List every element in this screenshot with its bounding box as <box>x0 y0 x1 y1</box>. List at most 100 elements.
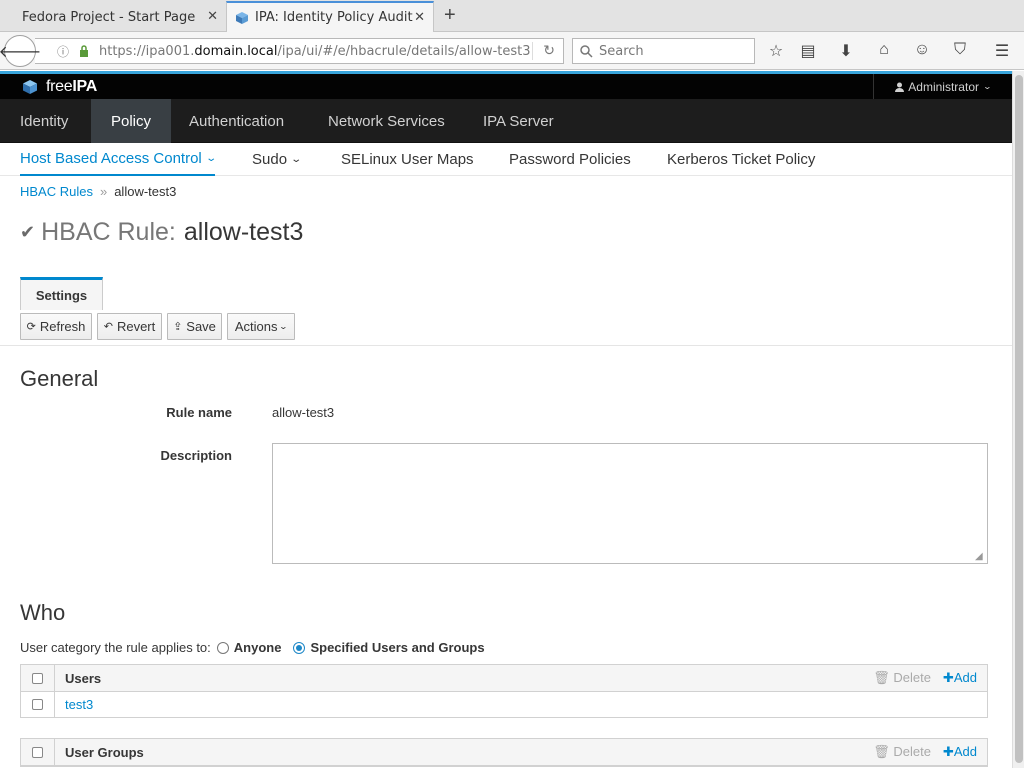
search-input[interactable]: Search <box>572 38 755 64</box>
browser-tab-fedora[interactable]: Fedora Project - Start Page ✕ <box>8 2 226 32</box>
refresh-button[interactable]: ⟳ Refresh <box>20 313 92 340</box>
nav-identity[interactable]: Identity <box>0 99 88 143</box>
select-all-cell <box>21 665 55 691</box>
url-divider <box>532 42 533 60</box>
delete-users-button[interactable]: 🗑 Delete <box>873 670 931 686</box>
tab-title: IPA: Identity Policy Audit <box>255 10 413 25</box>
description-label: Description <box>160 448 232 463</box>
nav-authentication[interactable]: Authentication <box>169 99 304 143</box>
downloads-icon[interactable]: ⬇ <box>836 41 856 61</box>
add-users-button[interactable]: ✚Add <box>943 670 977 686</box>
subnav-label: Sudo <box>252 151 288 168</box>
brand-logo[interactable]: free IPA <box>22 78 97 96</box>
bookmark-star-icon[interactable]: ☆ <box>766 41 786 61</box>
url-prefix: https://ipa001. <box>99 43 195 59</box>
user-groups-table: User Groups 🗑 Delete ✚Add <box>20 738 988 767</box>
subnav-selinux[interactable]: SELinux User Maps <box>341 143 474 176</box>
page-scrollbar[interactable] <box>1012 71 1024 768</box>
freeipa-page: free IPA Administrator ⌄ Identity Policy … <box>0 71 1012 768</box>
radio-specified-label[interactable]: Specified Users and Groups <box>310 640 484 655</box>
breadcrumb-hbac-rules[interactable]: HBAC Rules <box>20 184 93 199</box>
section-who-heading: Who <box>20 600 66 625</box>
close-tab-icon[interactable]: ✕ <box>207 9 218 24</box>
tab-title: Fedora Project - Start Page <box>22 9 196 25</box>
chevron-down-icon: ⌄ <box>205 153 217 164</box>
add-label: Add <box>953 744 977 759</box>
section-general-heading: General <box>20 366 99 391</box>
undo-icon: ↶ <box>103 321 113 333</box>
user-category-label: User category the rule applies to: <box>20 640 211 655</box>
subnav-hbac[interactable]: Host Based Access Control ⌄ <box>20 143 217 176</box>
nav-network-services[interactable]: Network Services <box>308 99 465 143</box>
scrollbar-thumb[interactable] <box>1015 75 1023 763</box>
delete-groups-button[interactable]: 🗑 Delete <box>873 744 931 760</box>
page-title-type: HBAC Rule: <box>41 218 176 246</box>
enabled-check-icon: ✔ <box>20 222 36 242</box>
save-label: Save <box>186 319 216 334</box>
chevron-down-icon: ⌄ <box>982 82 993 91</box>
browser-tab-ipa[interactable]: IPA: Identity Policy Audit ✕ <box>226 1 434 32</box>
page-title: ✔ HBAC Rule: allow-test3 <box>20 218 303 247</box>
subnav-kerberos[interactable]: Kerberos Ticket Policy <box>667 143 815 176</box>
radio-anyone[interactable] <box>216 641 229 654</box>
page-title-name: allow-test3 <box>183 218 304 246</box>
upload-icon: ⇪ <box>173 321 183 333</box>
url-bar[interactable]: ⓘ https://ipa001. domain.local/ipa/ui/#/e… <box>35 38 564 64</box>
back-button[interactable]: 🡐 <box>0 35 41 67</box>
users-table-actions: 🗑 Delete ✚Add <box>873 670 977 686</box>
new-tab-button[interactable]: + <box>444 4 456 27</box>
revert-button[interactable]: ↶ Revert <box>97 313 162 340</box>
user-groups-table-actions: 🗑 Delete ✚Add <box>873 744 977 760</box>
close-tab-icon[interactable]: ✕ <box>414 10 425 25</box>
actions-dropdown[interactable]: Actions ⌄ <box>227 313 295 340</box>
actions-label: Actions <box>234 319 278 334</box>
nav-ipa-server[interactable]: IPA Server <box>463 99 574 143</box>
primary-nav: Identity Policy Authentication Network S… <box>0 99 1012 143</box>
url-path: /ipa/ui/#/e/hbacrule/details/allow-test3 <box>277 43 531 59</box>
radio-specified[interactable] <box>293 641 306 654</box>
brand-text-light: free <box>46 78 73 95</box>
secondary-nav: Host Based Access Control ⌄ Sudo ⌄ SELinux… <box>0 143 1012 176</box>
tab-settings[interactable]: Settings <box>20 277 103 310</box>
description-field[interactable] <box>272 443 988 564</box>
chevron-down-icon: ⌄ <box>279 322 289 331</box>
trash-icon: 🗑 <box>873 670 890 685</box>
user-groups-table-header: User Groups 🗑 Delete ✚Add <box>21 739 987 766</box>
menu-icon[interactable]: ☰ <box>992 41 1012 61</box>
add-label: Add <box>953 670 977 685</box>
divider <box>0 345 1012 346</box>
freeipa-favicon-icon <box>236 11 248 24</box>
save-button[interactable]: ⇪ Save <box>167 313 222 340</box>
row-select-cell <box>21 692 55 717</box>
row-checkbox[interactable] <box>32 699 43 710</box>
delete-label: Delete <box>893 744 931 759</box>
select-all-cell <box>21 739 55 765</box>
reload-icon[interactable]: ↻ <box>543 43 555 59</box>
add-groups-button[interactable]: ✚Add <box>943 744 977 760</box>
lock-icon <box>80 45 88 57</box>
chat-icon[interactable]: ☺ <box>912 41 932 59</box>
subnav-sudo[interactable]: Sudo ⌄ <box>252 143 302 176</box>
refresh-icon: ⟳ <box>26 321 36 333</box>
user-link[interactable]: test3 <box>55 697 93 712</box>
subnav-label: Host Based Access Control <box>20 150 202 167</box>
users-table-header: Users 🗑 Delete ✚Add <box>21 665 987 692</box>
browser-tab-bar: Fedora Project - Start Page ✕ IPA: Ident… <box>0 0 1024 32</box>
subnav-password-policies[interactable]: Password Policies <box>509 143 631 176</box>
select-all-checkbox[interactable] <box>32 746 43 758</box>
select-all-checkbox[interactable] <box>32 672 43 684</box>
search-placeholder: Search <box>599 43 644 59</box>
users-table: Users 🗑 Delete ✚Add test3 <box>20 664 988 718</box>
home-icon[interactable]: ⌂ <box>874 41 894 59</box>
info-icon[interactable]: ⓘ <box>49 43 77 60</box>
user-menu[interactable]: Administrator ⌄ <box>873 74 1012 99</box>
reading-list-icon[interactable]: ▤ <box>798 41 818 61</box>
browser-nav-bar: ⓘ https://ipa001. domain.local/ipa/ui/#/e… <box>0 32 1024 70</box>
pocket-icon[interactable]: ⛉ <box>950 41 970 59</box>
table-row: test3 <box>21 692 987 717</box>
radio-anyone-label[interactable]: Anyone <box>234 640 282 655</box>
nav-policy[interactable]: Policy <box>91 99 172 143</box>
plus-icon: ✚ <box>942 744 954 759</box>
resize-grip-icon[interactable]: ◢ <box>975 551 983 562</box>
rule-name-label: Rule name <box>166 405 232 420</box>
